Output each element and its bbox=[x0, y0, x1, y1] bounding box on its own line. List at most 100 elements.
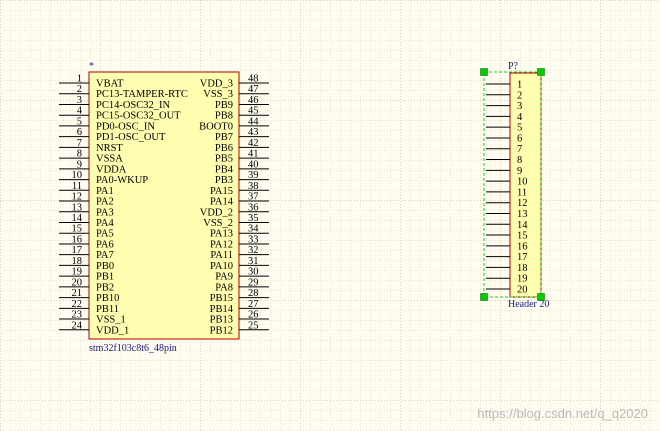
mcu-pin-name: PA3 bbox=[96, 207, 114, 218]
mcu-pin-number: 1 bbox=[77, 74, 82, 85]
mcu-pin-number: 27 bbox=[248, 299, 259, 310]
mcu-pin-number: 22 bbox=[72, 299, 83, 310]
mcu-pin-name: PB12 bbox=[210, 325, 233, 336]
mcu-pin-number: 16 bbox=[72, 234, 83, 245]
header-pin-number: 6 bbox=[517, 133, 522, 144]
mcu-pin-number: 15 bbox=[72, 224, 83, 235]
mcu-pin-name: PB7 bbox=[215, 132, 233, 143]
mcu-pin-number: 7 bbox=[77, 138, 82, 149]
mcu-pin-number: 12 bbox=[72, 192, 83, 203]
mcu-pin-number: 45 bbox=[248, 106, 259, 117]
mcu-pin-number: 13 bbox=[72, 202, 83, 213]
mcu-pin-name: PA6 bbox=[96, 239, 114, 250]
mcu-pin-name: PA0-WKUP bbox=[96, 175, 148, 186]
mcu-pin-name: PB13 bbox=[210, 315, 233, 326]
mcu-pin-number: 30 bbox=[248, 267, 259, 278]
mcu-pin-name: PA8 bbox=[215, 282, 233, 293]
mcu-pin-name: PB5 bbox=[215, 154, 233, 165]
mcu-comment[interactable]: stm32f103c8t6_48pin bbox=[89, 343, 177, 354]
mcu-pin-number: 35 bbox=[248, 213, 259, 224]
header-pin-number: 7 bbox=[517, 144, 522, 155]
mcu-pin-name: PA10 bbox=[210, 261, 233, 272]
header-pin-number: 20 bbox=[517, 285, 528, 296]
header-pin-number: 5 bbox=[517, 123, 522, 134]
mcu-pin-number: 40 bbox=[248, 159, 259, 170]
mcu-pin-name: PA5 bbox=[96, 229, 114, 240]
mcu-pin-number: 33 bbox=[248, 234, 259, 245]
mcu-pin-number: 10 bbox=[72, 170, 83, 181]
mcu-pin-number: 46 bbox=[248, 95, 259, 106]
mcu-pin-name: PD1-OSC_OUT bbox=[96, 132, 166, 143]
mcu-pin-number: 18 bbox=[72, 256, 83, 267]
mcu-pin-number: 38 bbox=[248, 181, 259, 192]
mcu-component[interactable]: * 1 VBAT 2 PC13-TAMPER-RTC 3 PC14-OSC32_IN 4 PC… bbox=[59, 61, 269, 354]
resize-handle[interactable] bbox=[537, 68, 545, 76]
mcu-pin-number: 21 bbox=[72, 288, 83, 299]
mcu-pin-name: VDD_3 bbox=[200, 79, 233, 90]
mcu-pin-number: 28 bbox=[248, 288, 259, 299]
mcu-pin-name: BOOT0 bbox=[199, 121, 233, 132]
mcu-pin-name: PA13 bbox=[210, 229, 233, 240]
mcu-pin-number: 14 bbox=[72, 213, 83, 224]
mcu-pin-number: 9 bbox=[77, 159, 82, 170]
mcu-pin-number: 11 bbox=[72, 181, 82, 192]
mcu-pin-name: PA15 bbox=[210, 186, 233, 197]
header-pin-number: 19 bbox=[517, 274, 528, 285]
mcu-pin-name: PA9 bbox=[215, 272, 233, 283]
mcu-pin-name: PB11 bbox=[96, 304, 119, 315]
mcu-pin-name: PA14 bbox=[210, 197, 234, 208]
mcu-pin-number: 25 bbox=[248, 320, 259, 331]
resize-handle[interactable] bbox=[480, 293, 488, 301]
header-pin-number: 3 bbox=[517, 101, 522, 112]
header-pin-number: 14 bbox=[517, 220, 528, 231]
header-pin-number: 4 bbox=[517, 112, 523, 123]
mcu-pin-number: 34 bbox=[248, 224, 259, 235]
mcu-pin-name: PB8 bbox=[215, 111, 233, 122]
schematic-sheet[interactable]: * 1 VBAT 2 PC13-TAMPER-RTC 3 PC14-OSC32_IN 4 PC… bbox=[0, 0, 660, 431]
mcu-pin-number: 2 bbox=[77, 84, 82, 95]
mcu-designator[interactable]: * bbox=[89, 61, 94, 72]
resize-handle[interactable] bbox=[480, 68, 488, 76]
mcu-pin-name: PB0 bbox=[96, 261, 114, 272]
mcu-pin-name: VBAT bbox=[96, 79, 124, 90]
mcu-pin-number: 26 bbox=[248, 310, 259, 321]
mcu-pin-number: 4 bbox=[77, 106, 83, 117]
mcu-pin-number: 6 bbox=[77, 127, 82, 138]
header-comment[interactable]: Header 20 bbox=[508, 299, 549, 310]
mcu-pin-name: PA4 bbox=[96, 218, 114, 229]
mcu-pin-number: 36 bbox=[248, 202, 259, 213]
mcu-pin-number: 8 bbox=[77, 149, 82, 160]
mcu-pin-name: PC14-OSC32_IN bbox=[96, 100, 171, 111]
mcu-pin-name: NRST bbox=[96, 143, 123, 154]
mcu-pin-name: VDD_2 bbox=[200, 207, 233, 218]
mcu-pin-number: 42 bbox=[248, 138, 259, 149]
mcu-pin-name: PB6 bbox=[215, 143, 233, 154]
mcu-pin-number: 20 bbox=[72, 277, 83, 288]
mcu-pin-number: 41 bbox=[248, 149, 259, 160]
mcu-pin-name: PB1 bbox=[96, 272, 114, 283]
header-pin-number: 15 bbox=[517, 231, 528, 242]
mcu-pin-name: PB4 bbox=[215, 164, 234, 175]
mcu-pin-number: 5 bbox=[77, 116, 82, 127]
schematic-canvas[interactable]: * 1 VBAT 2 PC13-TAMPER-RTC 3 PC14-OSC32_IN 4 PC… bbox=[0, 0, 660, 431]
header-designator[interactable]: P? bbox=[508, 61, 519, 72]
mcu-pin-name: VSSA bbox=[96, 154, 123, 165]
mcu-pin-name: VSS_2 bbox=[203, 218, 233, 229]
mcu-pin-name: VDD_1 bbox=[96, 325, 129, 336]
header-pin-number: 16 bbox=[517, 241, 528, 252]
mcu-pin-number: 43 bbox=[248, 127, 259, 138]
mcu-pin-number: 39 bbox=[248, 170, 259, 181]
header-pin-number: 13 bbox=[517, 209, 528, 220]
mcu-pin-name: PA11 bbox=[210, 250, 233, 261]
mcu-pin-name: VSS_1 bbox=[96, 315, 126, 326]
mcu-pin-name: PA7 bbox=[96, 250, 114, 261]
mcu-pin-number: 29 bbox=[248, 277, 259, 288]
header-pin-number: 11 bbox=[517, 187, 527, 198]
mcu-pin-name: PC13-TAMPER-RTC bbox=[96, 89, 188, 100]
header-pin-number: 1 bbox=[517, 80, 522, 91]
header-pin-number: 2 bbox=[517, 90, 522, 101]
mcu-pin-number: 24 bbox=[72, 320, 83, 331]
mcu-pin-number: 44 bbox=[248, 116, 259, 127]
header-pin-number: 17 bbox=[517, 252, 528, 263]
mcu-pin-number: 37 bbox=[248, 192, 259, 203]
